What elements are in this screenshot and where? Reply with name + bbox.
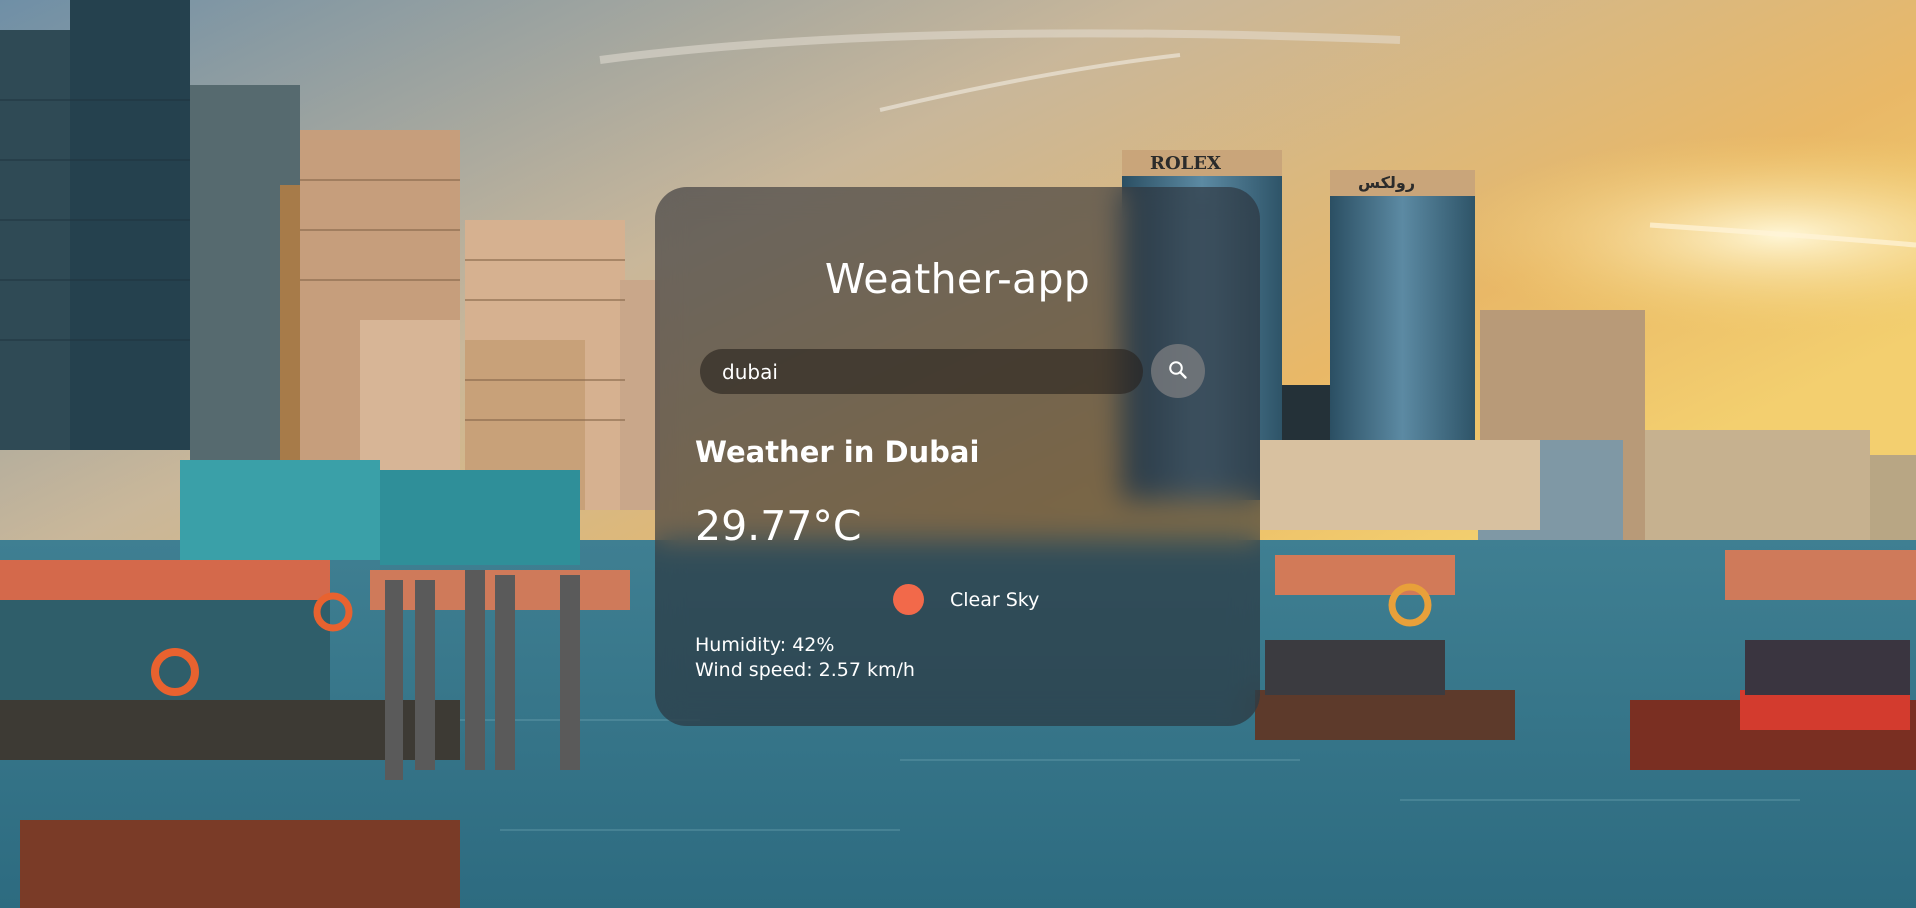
app-title: Weather-app <box>824 255 1091 303</box>
humidity: Humidity: 42% <box>695 634 835 656</box>
weather-card: Weather-app Weather in Dubai 29.77°C Cle… <box>655 187 1260 726</box>
city-search-input[interactable] <box>700 349 1143 394</box>
wind-speed: Wind speed: 2.57 km/h <box>695 659 915 681</box>
arabic-rolex-sign: رولكس <box>1358 173 1415 192</box>
rolex-sign: ROLEX <box>1150 153 1221 174</box>
clear-sky-sun-icon <box>893 584 924 615</box>
search-button[interactable] <box>1151 344 1205 398</box>
search-icon <box>1168 360 1188 383</box>
weather-description: Clear Sky <box>950 588 1040 611</box>
weather-condition: Clear Sky <box>893 584 1039 615</box>
city-heading: Weather in Dubai <box>695 435 980 469</box>
temperature: 29.77°C <box>695 502 862 550</box>
